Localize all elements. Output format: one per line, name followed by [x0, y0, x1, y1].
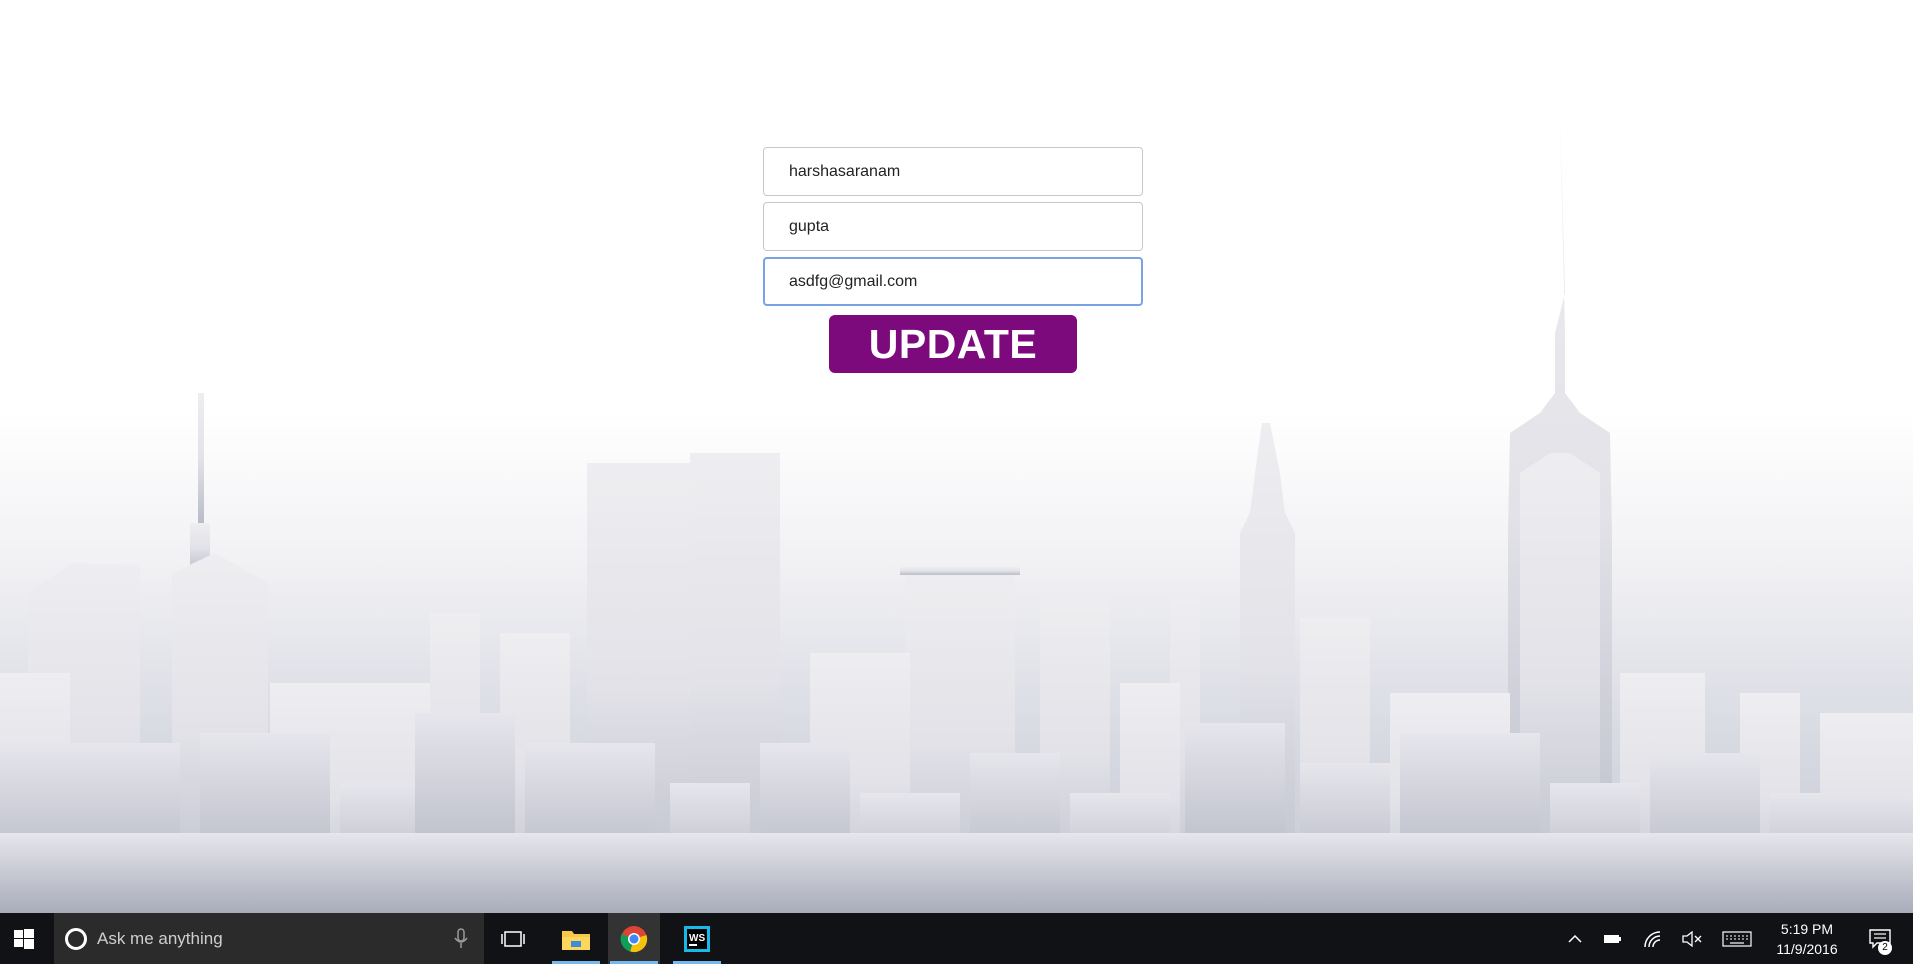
cortana-icon	[65, 927, 87, 950]
last-name-input[interactable]	[763, 202, 1143, 251]
windows-taskbar: Ask me anything WS 5:19 PM 11/9/2016 2	[0, 913, 1913, 964]
search-placeholder: Ask me anything	[97, 928, 223, 948]
email-input[interactable]	[763, 257, 1143, 306]
start-button[interactable]	[0, 913, 48, 964]
wifi-icon	[1644, 930, 1661, 947]
page-background: UPDATE	[0, 0, 1913, 913]
clock-time: 5:19 PM	[1780, 921, 1834, 937]
battery-tray-button[interactable]	[1598, 913, 1628, 964]
taskbar-app-chrome[interactable]	[608, 913, 660, 964]
chrome-icon	[620, 925, 648, 952]
network-tray-button[interactable]	[1638, 913, 1668, 964]
update-button[interactable]: UPDATE	[829, 315, 1077, 373]
volume-tray-button[interactable]	[1677, 913, 1707, 964]
action-center-button[interactable]	[1860, 913, 1900, 964]
cortana-search-box[interactable]: Ask me anything	[54, 913, 484, 964]
taskbar-app-webstorm[interactable]: WS	[671, 913, 723, 964]
first-name-input[interactable]	[763, 147, 1143, 196]
svg-text:WS: WS	[689, 933, 705, 944]
chevron-up-icon	[1568, 934, 1582, 943]
keyboard-icon	[1722, 930, 1752, 947]
task-view-button[interactable]	[498, 913, 528, 964]
touch-keyboard-button[interactable]	[1718, 913, 1756, 964]
webstorm-icon: WS	[684, 925, 710, 952]
microphone-icon[interactable]	[454, 928, 468, 950]
show-hidden-icons-button[interactable]	[1560, 913, 1590, 964]
windows-logo-icon	[14, 928, 34, 949]
taskbar-clock[interactable]: 5:19 PM 11/9/2016	[1762, 919, 1852, 959]
update-form: UPDATE	[763, 147, 1143, 373]
battery-icon	[1604, 934, 1621, 943]
notification-count-badge: 2	[1878, 941, 1892, 955]
volume-muted-icon	[1682, 930, 1702, 947]
file-explorer-icon	[562, 930, 590, 950]
task-view-icon	[501, 930, 525, 947]
taskbar-app-file-explorer[interactable]	[550, 913, 602, 964]
clock-date: 11/9/2016	[1776, 941, 1838, 957]
